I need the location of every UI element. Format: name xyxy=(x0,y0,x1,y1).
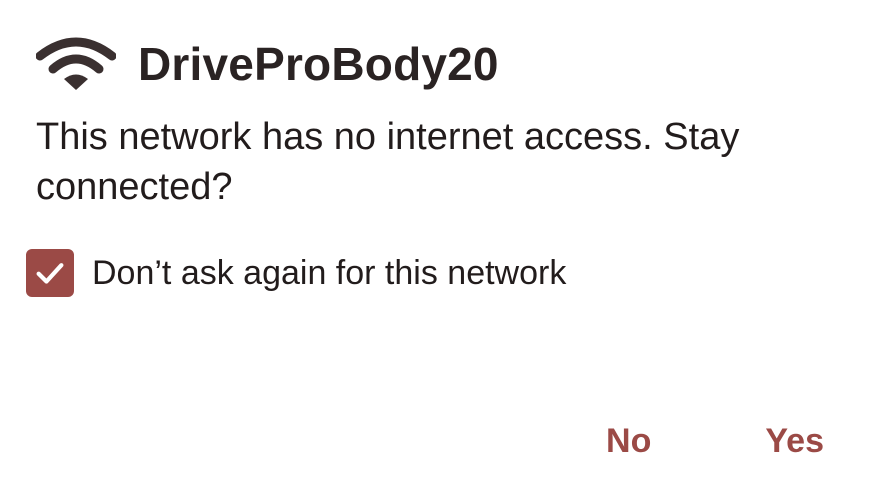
no-button[interactable]: No xyxy=(606,422,651,461)
dialog-actions: No Yes xyxy=(606,416,824,466)
yes-button[interactable]: Yes xyxy=(765,422,824,461)
checkmark-icon xyxy=(36,263,64,284)
network-dialog: DriveProBody20 This network has no inter… xyxy=(0,0,888,494)
wifi-icon xyxy=(36,37,116,90)
dont-ask-again-label[interactable]: Don’t ask again for this network xyxy=(92,254,566,293)
dialog-header: DriveProBody20 xyxy=(36,34,499,94)
dont-ask-again-option[interactable]: Don’t ask again for this network xyxy=(26,248,566,298)
dont-ask-again-checkbox[interactable] xyxy=(26,249,74,297)
dialog-message: This network has no internet access. Sta… xyxy=(36,116,740,208)
dialog-title: DriveProBody20 xyxy=(138,38,499,90)
